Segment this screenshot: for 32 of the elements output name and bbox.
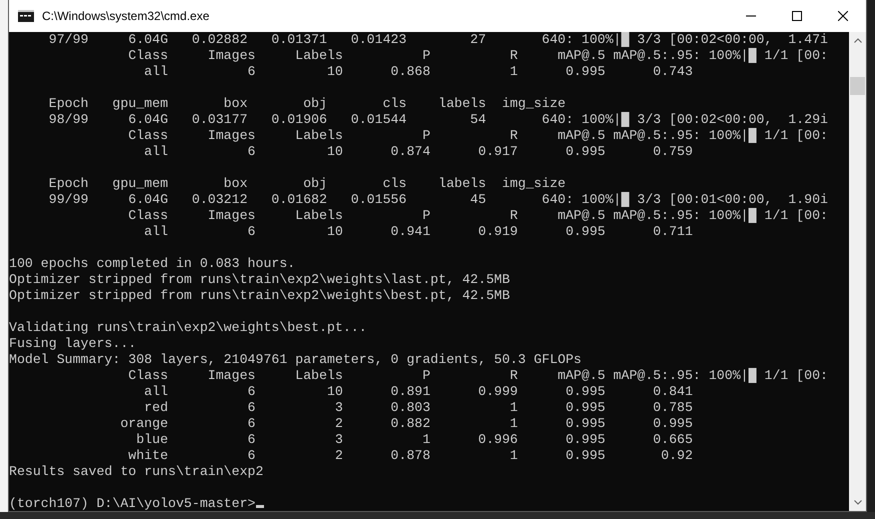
terminal-line: 99/99 6.04G 0.03212 0.01682 0.01556 45 640: 100%|█ 3/3 [00:01<00:00, 1.90i — [48, 192, 828, 207]
terminal-line: 98/99 6.04G 0.03177 0.01906 0.01544 54 640: 100%|█ 3/3 [00:02<00:00, 1.29i — [48, 112, 828, 127]
terminal-line: all 6 10 0.941 0.919 0.995 0.711 — [143, 224, 693, 239]
scroll-thumb[interactable] — [850, 77, 865, 95]
terminal-line: all 6 10 0.868 1 0.995 0.743 — [143, 64, 693, 79]
maximize-icon — [792, 11, 802, 21]
scrollbar[interactable] — [849, 32, 866, 511]
terminal-line: blue 6 3 1 0.996 0.995 0.665 — [135, 432, 693, 447]
terminal-line: Class Images Labels P R mAP@.5 mAP@.5:.95: 100%|█ 1/1 [00: — [127, 48, 828, 63]
terminal-line: 97/99 6.04G 0.02882 0.01371 0.01423 27 640: 100%|█ 3/3 [00:02<00:00, 1.47i — [48, 32, 828, 47]
terminal-line: all 6 10 0.874 0.917 0.995 0.759 — [143, 144, 693, 159]
terminal-line: Results saved to runs\train\exp2 — [9, 464, 264, 479]
terminal-line: Epoch gpu_mem box obj cls labels img_size — [48, 176, 566, 191]
terminal-line: Optimizer stripped from runs\train\exp2\weights\best.pt, 42.5MB — [9, 288, 510, 303]
terminal-line: Epoch gpu_mem box obj cls labels img_size — [48, 96, 566, 111]
terminal-line: Class Images Labels P R mAP@.5 mAP@.5:.95: 100%|█ 1/1 [00: — [127, 368, 828, 383]
terminal-line: 100 epochs completed in 0.083 hours. — [9, 256, 296, 271]
terminal-line: Class Images Labels P R mAP@.5 mAP@.5:.95: 100%|█ 1/1 [00: — [127, 128, 828, 143]
terminal-line: white 6 2 0.878 1 0.995 0.92 — [127, 448, 693, 463]
terminal-line: orange 6 2 0.882 1 0.995 0.995 — [119, 416, 693, 431]
close-icon — [838, 11, 848, 21]
terminal-line: Model Summary: 308 layers, 21049761 parameters, 0 gradients, 50.3 GFLOPs — [9, 352, 582, 367]
terminal-line: all 6 10 0.891 0.999 0.995 0.841 — [143, 384, 693, 399]
terminal-line: Optimizer stripped from runs\train\exp2\weights\last.pt, 42.5MB — [9, 272, 510, 287]
terminal-line: Class Images Labels P R mAP@.5 mAP@.5:.95: 100%|█ 1/1 [00: — [127, 208, 828, 223]
terminal-line: red 6 3 0.803 1 0.995 0.785 — [143, 400, 693, 415]
text-cursor — [256, 505, 264, 508]
window-title: C:\Windows\system32\cmd.exe — [42, 8, 210, 25]
terminal-line: Fusing layers... — [9, 336, 138, 351]
terminal-icon — [18, 10, 34, 22]
command-prompt: (torch107) D:\AI\yolov5-master> — [9, 496, 256, 511]
terminal-line: Validating runs\train\exp2\weights\best.pt... — [9, 320, 367, 335]
